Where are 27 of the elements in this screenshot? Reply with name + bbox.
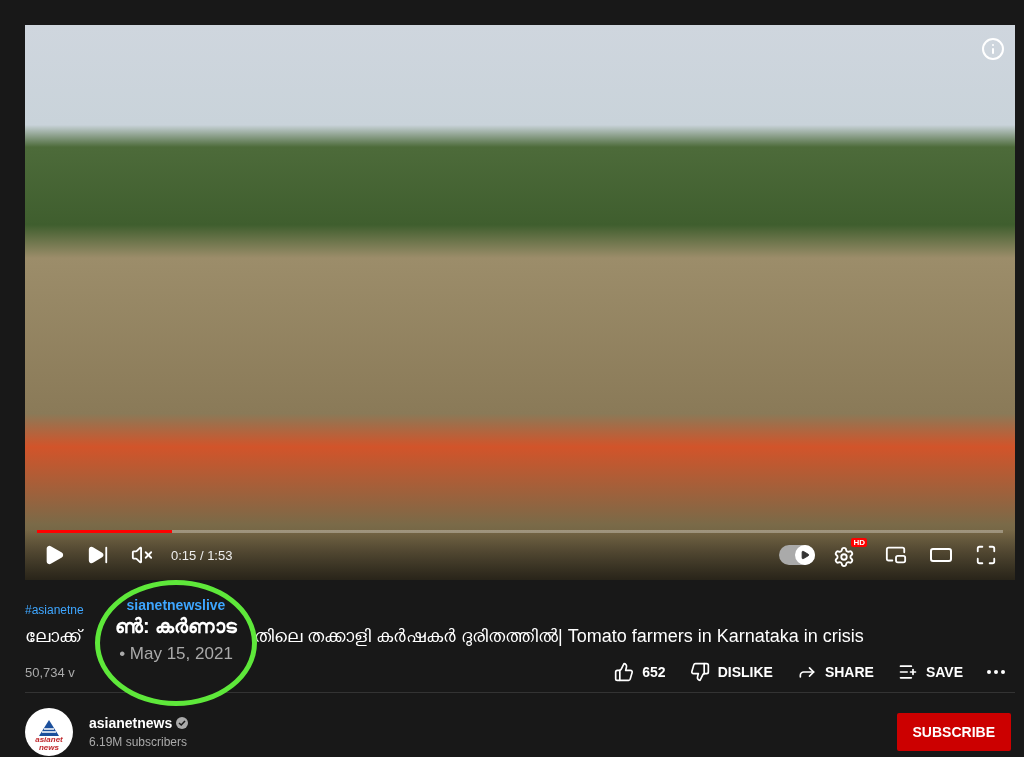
- more-button[interactable]: [987, 670, 1005, 674]
- hd-badge: HD: [851, 538, 867, 547]
- video-title: ലോക്ക്: [25, 625, 82, 647]
- channel-name[interactable]: asianetnews: [89, 715, 189, 731]
- like-button[interactable]: 652: [614, 662, 666, 682]
- more-icon: [987, 670, 1005, 674]
- share-button[interactable]: SHARE: [796, 662, 874, 682]
- time-display: 0:15 / 1:53: [171, 547, 233, 563]
- video-title: തിലെ തക്കാളി കർഷകർ ദുരിതത്തിൽ| Tomato farmers in Karnataka in crisis: [254, 625, 864, 647]
- channel-avatar[interactable]: asianet news: [25, 708, 73, 756]
- autoplay-toggle[interactable]: [779, 545, 815, 565]
- progress-track[interactable]: [37, 530, 1003, 533]
- thumbs-up-icon: [614, 662, 635, 682]
- channel-tag-magnified: sianetnewslive: [126, 597, 226, 613]
- playlist-add-icon: [897, 662, 918, 682]
- play-icon: [800, 550, 810, 560]
- settings-button[interactable]: HD: [829, 538, 867, 572]
- subscriber-count: 6.19M subscribers: [89, 735, 189, 749]
- save-button[interactable]: SAVE: [897, 662, 963, 682]
- thumbs-down-icon: [689, 662, 710, 682]
- view-count: 50,734 v: [25, 664, 75, 680]
- title-magnified: ൺ: കർണാട: [114, 615, 238, 638]
- hashtag-link[interactable]: #asianetne: [25, 603, 84, 617]
- gear-icon: [833, 546, 855, 568]
- subscribe-button[interactable]: SUBSCRIBE: [896, 713, 1011, 751]
- dislike-button[interactable]: DISLIKE: [689, 662, 773, 682]
- upload-date-magnified: • May 15, 2021: [119, 644, 233, 664]
